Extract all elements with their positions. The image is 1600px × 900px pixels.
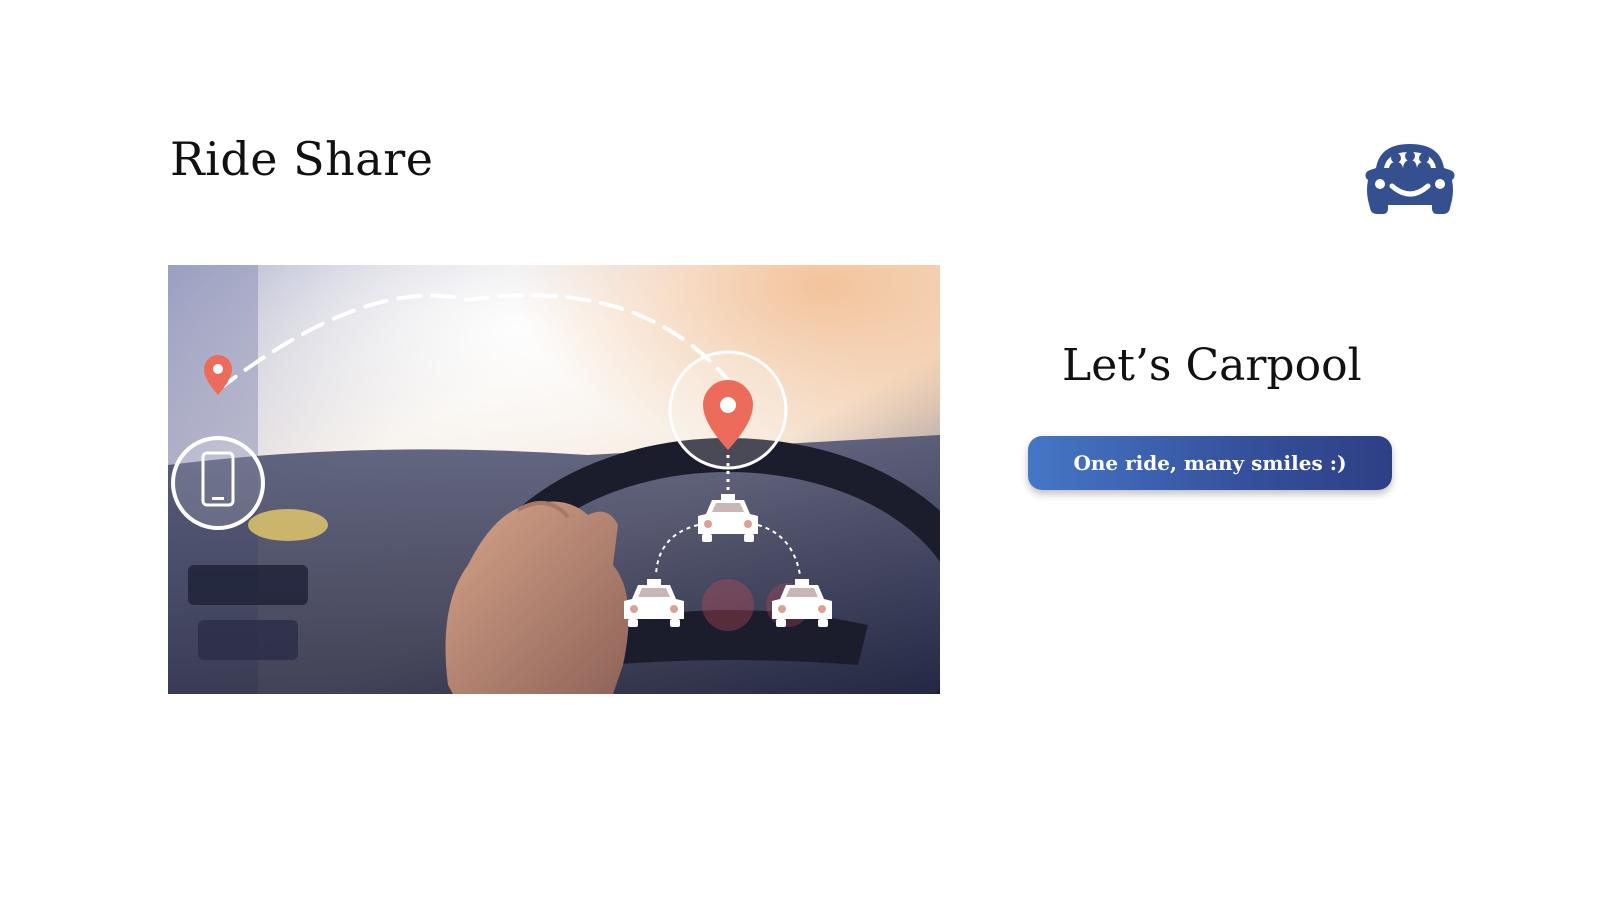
smartphone-icon — [171, 436, 265, 530]
carpool-logo-icon — [1362, 138, 1458, 216]
headline: Let’s Carpool — [1062, 340, 1362, 391]
ride-share-illustration — [168, 265, 940, 694]
cta-button[interactable]: One ride, many smiles :) — [1028, 436, 1392, 490]
page-title: Ride Share — [170, 132, 434, 186]
